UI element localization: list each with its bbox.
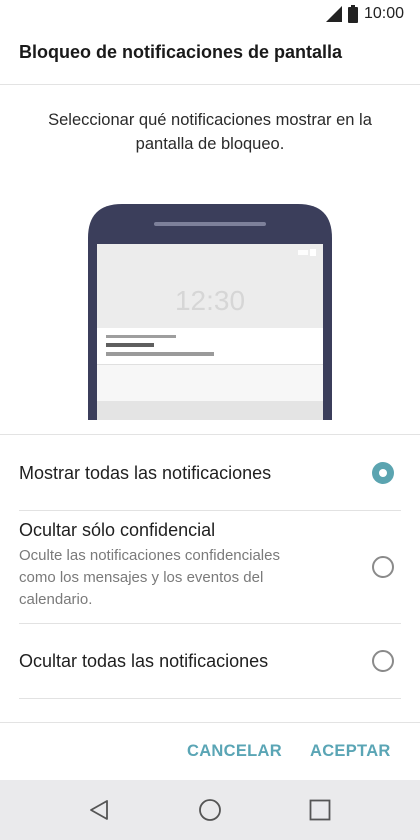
accept-button[interactable]: ACEPTAR: [310, 742, 391, 761]
status-icons: 10:00: [325, 5, 404, 23]
battery-icon: [347, 5, 358, 23]
option-hide-sensitive[interactable]: Ocultar sólo confidencial Oculte las not…: [0, 511, 420, 623]
option-show-all[interactable]: Mostrar todas las notificaciones: [0, 435, 420, 510]
option-subtitle: Oculte las notificaciones confidenciales…: [19, 547, 280, 608]
radio-unselected-icon[interactable]: [372, 650, 394, 672]
header-divider: [0, 84, 420, 85]
radio-unselected-icon[interactable]: [372, 556, 394, 578]
status-bar: 10:00: [0, 0, 420, 30]
navigation-bar: [0, 780, 420, 840]
description-text: Seleccionar qué notificaciones mostrar e…: [48, 111, 372, 153]
lockscreen-illustration: 12:30: [88, 204, 332, 420]
home-icon[interactable]: [195, 795, 225, 825]
status-time: 10:00: [363, 5, 404, 22]
back-icon[interactable]: [84, 795, 114, 825]
radio-selected-icon[interactable]: [372, 462, 394, 484]
option-title: Ocultar todas las notificaciones: [19, 651, 269, 671]
option-hide-all[interactable]: Ocultar todas las notificaciones: [0, 624, 420, 698]
illustration-clock: 12:30: [175, 285, 245, 316]
option-separator: [19, 698, 401, 699]
recents-icon[interactable]: [305, 795, 335, 825]
buttons-divider: [0, 722, 420, 723]
page-title: Bloqueo de notificaciones de pantalla: [19, 42, 343, 62]
signal-icon: [325, 6, 342, 22]
cancel-button[interactable]: CANCELAR: [187, 742, 282, 761]
option-title: Mostrar todas las notificaciones: [19, 463, 272, 483]
option-title: Ocultar sólo confidencial: [19, 520, 216, 540]
